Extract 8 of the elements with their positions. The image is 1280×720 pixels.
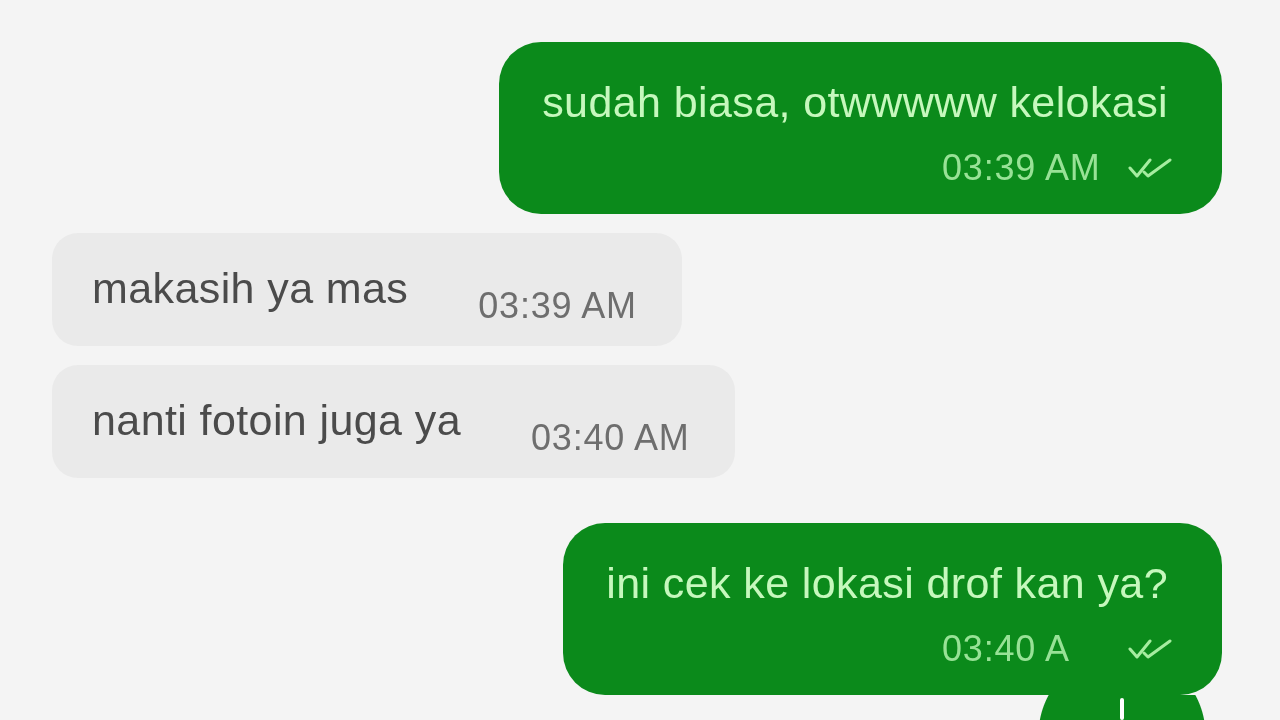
message-text: sudah biasa, otwwwww kelokasi — [542, 77, 1168, 128]
message-time: 03:40 A — [942, 629, 1070, 669]
message-text: nanti fotoin juga ya — [92, 395, 461, 446]
message-time: 03:39 AM — [478, 286, 637, 326]
message-time: 03:40 AM — [531, 418, 690, 458]
message-time: 03:39 AM — [942, 148, 1101, 188]
message-text: makasih ya mas — [92, 263, 409, 314]
message-text: ini cek ke lokasi drof kan ya? — [606, 558, 1168, 609]
